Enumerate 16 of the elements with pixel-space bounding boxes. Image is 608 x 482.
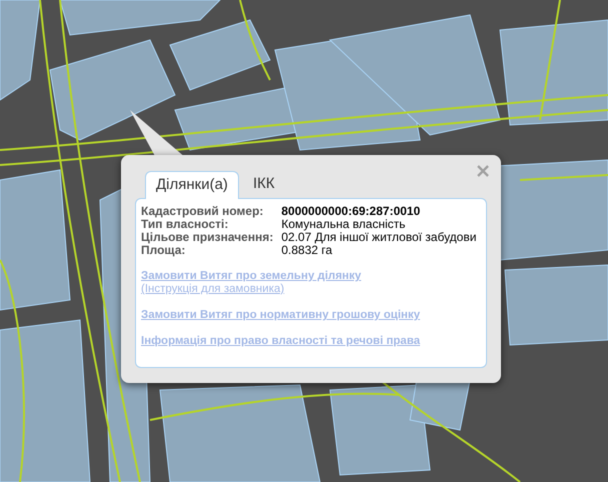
link[interactable]: Замовити Витяг про нормативну грошову оцінку: [141, 309, 420, 322]
close-icon: [477, 165, 489, 177]
field-value: 0.8832 га: [281, 244, 332, 257]
field-label: Тип власності:: [141, 218, 228, 231]
close-button[interactable]: [475, 163, 491, 179]
link[interactable]: Замовити Витяг про земельну ділянку: [141, 270, 362, 283]
link[interactable]: (Інструкція для замовника): [141, 283, 284, 296]
tab[interactable]: ІКК: [242, 170, 285, 198]
link[interactable]: Інформація про право власності та речові права: [141, 335, 420, 348]
tab[interactable]: Ділянки(а): [145, 171, 239, 199]
field-label: Кадастровий номер:: [141, 205, 264, 218]
field-value: Комунальна власність: [281, 218, 406, 231]
field-label: Площа:: [141, 244, 186, 257]
field-value: 02.07 Для іншої житлової забудови: [281, 231, 478, 244]
field-value: 8000000000:69:287:0010: [281, 205, 422, 218]
field-label: Цільове призначення:: [141, 231, 274, 244]
